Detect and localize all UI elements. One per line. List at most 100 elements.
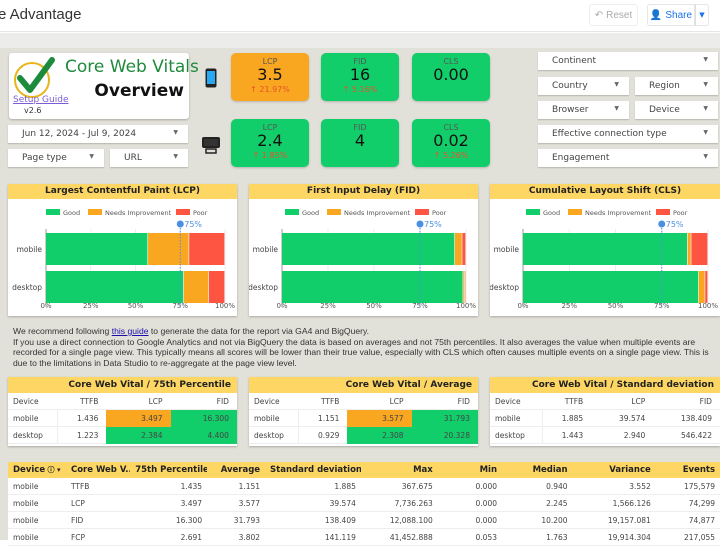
url-filter[interactable]: URL▼	[110, 149, 188, 167]
x-tick-label: 25%	[320, 302, 336, 310]
column-header[interactable]: LCP	[106, 393, 170, 410]
page-type-label: Page type	[22, 153, 67, 163]
legend-swatch-needs-improvement	[568, 209, 582, 215]
column-header[interactable]: Device ⓘ ▾	[8, 462, 66, 478]
bar-desktop-poor[interactable]	[209, 271, 225, 303]
table-cell: 16.300	[130, 512, 207, 528]
device-filter[interactable]: Device ▼	[635, 101, 718, 119]
kpi-desktop-fid: FID 4	[321, 119, 399, 167]
table-title: Core Web Vital / Average	[249, 377, 478, 393]
column-header[interactable]: Events	[656, 462, 720, 478]
bar-mobile-poor[interactable]	[189, 233, 224, 265]
chevron-down-icon: ▼	[703, 81, 708, 88]
table-cell: mobile	[249, 410, 299, 427]
bar-desktop-good[interactable]	[523, 271, 698, 303]
column-header[interactable]: Device	[490, 393, 543, 410]
table-cell: 1.885	[265, 478, 361, 494]
bar-mobile-poor[interactable]	[462, 233, 465, 265]
chevron-down-icon: ▼	[703, 56, 708, 63]
share-dropdown-button[interactable]: ▼	[695, 4, 709, 26]
note-text: We recommend following	[13, 326, 112, 336]
bar-desktop-poor[interactable]	[705, 271, 707, 303]
page-type-filter[interactable]: Page type▼	[8, 149, 104, 167]
column-header[interactable]: Device	[249, 393, 299, 410]
bar-mobile-good[interactable]	[282, 233, 454, 265]
column-header[interactable]: FID	[653, 393, 720, 410]
chevron-down-icon: ▼	[703, 105, 708, 112]
table-cell: 19,157.081	[573, 512, 656, 528]
region-filter[interactable]: Region▼	[635, 77, 718, 95]
share-button[interactable]: 👤 Share	[647, 4, 695, 26]
add-person-icon: 👤	[650, 10, 662, 21]
setup-guide-link[interactable]: Setup Guide	[13, 95, 69, 105]
date-range-value: Jun 12, 2024 - Jul 9, 2024	[22, 129, 136, 139]
continent-filter[interactable]: Continent▼	[538, 52, 718, 70]
table-cell: 39.574	[591, 410, 653, 427]
column-header[interactable]: TTFB	[299, 393, 347, 410]
reference-label: 75%	[184, 220, 202, 229]
column-header[interactable]: FID	[171, 393, 237, 410]
legend-label: Poor	[432, 209, 447, 217]
legend-label: Good	[63, 209, 80, 217]
table-cell: 175,579	[656, 478, 720, 494]
engagement-filter[interactable]: Engagement▼	[538, 149, 718, 167]
table-cell: 1.151	[207, 478, 265, 494]
column-header[interactable]: Median	[502, 462, 573, 478]
column-header[interactable]: TTFB	[543, 393, 591, 410]
info-sort-icon[interactable]: ⓘ ▾	[45, 466, 60, 474]
bar-mobile-needs-improvement[interactable]	[455, 233, 462, 265]
table-cell: FID	[66, 512, 130, 528]
bar-mobile-poor[interactable]	[691, 233, 707, 265]
top-bar: e Advantage ↶ Reset 👤 Share ▼	[0, 0, 720, 32]
category-label: mobile	[17, 245, 43, 254]
column-header[interactable]: Standard deviation	[265, 462, 361, 478]
column-header[interactable]: LCP	[591, 393, 653, 410]
column-header[interactable]: Max	[361, 462, 438, 478]
logo-card: Core Web Vitals Overview Setup Guide v2.…	[9, 53, 189, 119]
table-cell: 4.400	[171, 427, 237, 444]
legend-swatch-good	[526, 209, 540, 215]
legend-swatch-poor	[656, 209, 670, 215]
column-header[interactable]: FID	[412, 393, 478, 410]
table-row: mobile1.4363.49716.300	[8, 410, 237, 427]
browser-filter[interactable]: Browser▼	[538, 101, 629, 119]
column-header[interactable]: Average	[207, 462, 265, 478]
chevron-down-icon: ▼	[614, 105, 619, 112]
info-note: We recommend following this guide to gen…	[13, 326, 713, 368]
detail-table: Device ⓘ ▾Core Web V...75th PercentileAv…	[8, 462, 720, 540]
bar-desktop-good[interactable]	[46, 271, 183, 303]
logo-subtitle: Overview	[94, 81, 184, 101]
table-cell: 74,299	[656, 495, 720, 511]
bar-desktop-needs-improvement[interactable]	[463, 271, 464, 303]
connection-type-filter[interactable]: Effective connection type▼	[538, 125, 718, 143]
bar-mobile-good[interactable]	[523, 233, 687, 265]
table-cell: mobile	[8, 410, 58, 427]
bar-mobile-good[interactable]	[46, 233, 147, 265]
table-cell: 1,566.126	[573, 495, 656, 511]
legend-swatch-good	[285, 209, 299, 215]
table-row: desktop0.9292.30820.328	[249, 427, 478, 444]
column-header[interactable]: LCP	[347, 393, 411, 410]
column-header[interactable]: TTFB	[58, 393, 106, 410]
reset-button[interactable]: ↶ Reset	[589, 4, 638, 26]
bar-mobile-needs-improvement[interactable]	[148, 233, 189, 265]
arrow-up-icon: ↑	[434, 151, 443, 160]
bar-desktop-good[interactable]	[282, 271, 463, 303]
column-header[interactable]: Core Web V...	[66, 462, 130, 478]
legend-swatch-needs-improvement	[327, 209, 341, 215]
bar-desktop-needs-improvement[interactable]	[699, 271, 705, 303]
table-cell: 39.574	[265, 495, 361, 511]
country-filter[interactable]: Country▼	[538, 77, 629, 95]
column-header[interactable]: Device	[8, 393, 58, 410]
device-label: Device	[649, 105, 680, 115]
mobile-phone-icon	[205, 68, 217, 88]
column-header[interactable]: Variance	[573, 462, 656, 478]
kpi-mobile-fid: FID 16 ↑ 5.16%	[321, 53, 399, 101]
column-header[interactable]: Min	[438, 462, 502, 478]
note-line-1: We recommend following this guide to gen…	[13, 326, 713, 337]
guide-link[interactable]: this guide	[112, 326, 149, 336]
column-header[interactable]: 75th Percentile	[130, 462, 207, 478]
bar-desktop-needs-improvement[interactable]	[184, 271, 208, 303]
bar-mobile-needs-improvement[interactable]	[688, 233, 691, 265]
date-range-picker[interactable]: Jun 12, 2024 - Jul 9, 2024▼	[8, 125, 188, 143]
